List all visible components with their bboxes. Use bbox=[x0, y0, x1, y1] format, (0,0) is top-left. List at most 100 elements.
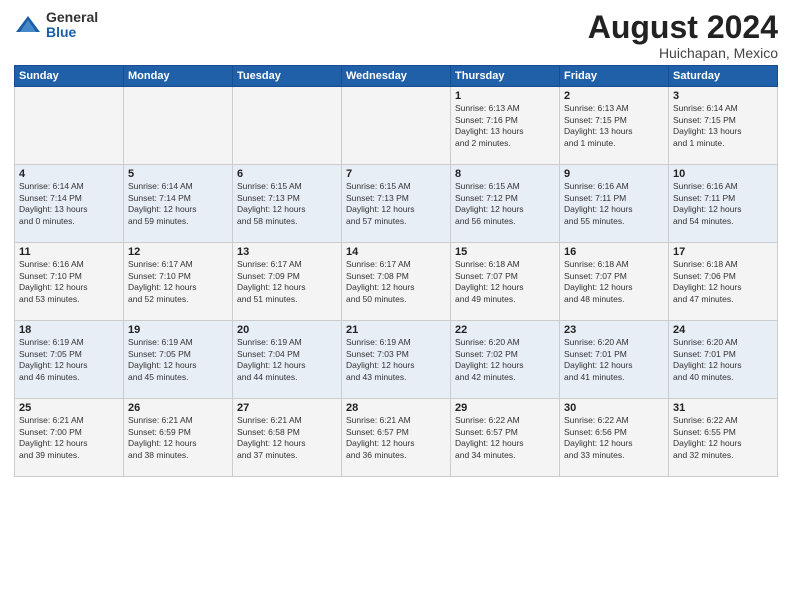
calendar-cell: 18Sunrise: 6:19 AM Sunset: 7:05 PM Dayli… bbox=[15, 321, 124, 399]
weekday-header-thursday: Thursday bbox=[451, 66, 560, 87]
cell-info: Sunrise: 6:16 AM Sunset: 7:10 PM Dayligh… bbox=[19, 259, 119, 305]
title-block: August 2024 Huichapan, Mexico bbox=[588, 10, 778, 61]
day-number: 2 bbox=[564, 90, 664, 102]
weekday-header-monday: Monday bbox=[124, 66, 233, 87]
day-number: 3 bbox=[673, 90, 773, 102]
day-number: 16 bbox=[564, 246, 664, 258]
day-number: 4 bbox=[19, 168, 119, 180]
logo-icon bbox=[14, 14, 42, 36]
day-number: 24 bbox=[673, 324, 773, 336]
cell-info: Sunrise: 6:15 AM Sunset: 7:12 PM Dayligh… bbox=[455, 181, 555, 227]
day-number: 1 bbox=[455, 90, 555, 102]
weekday-header-sunday: Sunday bbox=[15, 66, 124, 87]
cell-info: Sunrise: 6:19 AM Sunset: 7:05 PM Dayligh… bbox=[128, 337, 228, 383]
day-number: 30 bbox=[564, 402, 664, 414]
day-number: 19 bbox=[128, 324, 228, 336]
cell-info: Sunrise: 6:22 AM Sunset: 6:55 PM Dayligh… bbox=[673, 415, 773, 461]
calendar-cell: 5Sunrise: 6:14 AM Sunset: 7:14 PM Daylig… bbox=[124, 165, 233, 243]
weekday-header-tuesday: Tuesday bbox=[233, 66, 342, 87]
day-number: 6 bbox=[237, 168, 337, 180]
calendar-cell: 25Sunrise: 6:21 AM Sunset: 7:00 PM Dayli… bbox=[15, 399, 124, 477]
day-number: 14 bbox=[346, 246, 446, 258]
day-number: 7 bbox=[346, 168, 446, 180]
cell-info: Sunrise: 6:20 AM Sunset: 7:01 PM Dayligh… bbox=[673, 337, 773, 383]
day-number: 25 bbox=[19, 402, 119, 414]
calendar-cell: 10Sunrise: 6:16 AM Sunset: 7:11 PM Dayli… bbox=[669, 165, 778, 243]
calendar-cell: 7Sunrise: 6:15 AM Sunset: 7:13 PM Daylig… bbox=[342, 165, 451, 243]
day-number: 11 bbox=[19, 246, 119, 258]
calendar-cell: 22Sunrise: 6:20 AM Sunset: 7:02 PM Dayli… bbox=[451, 321, 560, 399]
calendar-cell: 14Sunrise: 6:17 AM Sunset: 7:08 PM Dayli… bbox=[342, 243, 451, 321]
calendar-cell bbox=[124, 87, 233, 165]
cell-info: Sunrise: 6:14 AM Sunset: 7:15 PM Dayligh… bbox=[673, 103, 773, 149]
calendar-cell: 27Sunrise: 6:21 AM Sunset: 6:58 PM Dayli… bbox=[233, 399, 342, 477]
calendar-cell: 2Sunrise: 6:13 AM Sunset: 7:15 PM Daylig… bbox=[560, 87, 669, 165]
calendar-cell: 1Sunrise: 6:13 AM Sunset: 7:16 PM Daylig… bbox=[451, 87, 560, 165]
day-number: 28 bbox=[346, 402, 446, 414]
day-number: 15 bbox=[455, 246, 555, 258]
logo: General Blue bbox=[14, 10, 98, 41]
calendar-week-row: 4Sunrise: 6:14 AM Sunset: 7:14 PM Daylig… bbox=[15, 165, 778, 243]
cell-info: Sunrise: 6:21 AM Sunset: 6:57 PM Dayligh… bbox=[346, 415, 446, 461]
calendar-cell: 29Sunrise: 6:22 AM Sunset: 6:57 PM Dayli… bbox=[451, 399, 560, 477]
logo-general-label: General bbox=[46, 10, 98, 25]
header: General Blue August 2024 Huichapan, Mexi… bbox=[14, 10, 778, 61]
calendar-cell: 11Sunrise: 6:16 AM Sunset: 7:10 PM Dayli… bbox=[15, 243, 124, 321]
weekday-header-friday: Friday bbox=[560, 66, 669, 87]
cell-info: Sunrise: 6:19 AM Sunset: 7:04 PM Dayligh… bbox=[237, 337, 337, 383]
calendar-cell: 9Sunrise: 6:16 AM Sunset: 7:11 PM Daylig… bbox=[560, 165, 669, 243]
cell-info: Sunrise: 6:13 AM Sunset: 7:16 PM Dayligh… bbox=[455, 103, 555, 149]
cell-info: Sunrise: 6:22 AM Sunset: 6:56 PM Dayligh… bbox=[564, 415, 664, 461]
day-number: 26 bbox=[128, 402, 228, 414]
calendar-week-row: 18 Sunrise: 6:19 AM Sunset: 7:05 PM Dayli… bbox=[15, 321, 778, 399]
month-title: August 2024 bbox=[588, 10, 778, 45]
calendar-cell: 24Sunrise: 6:20 AM Sunset: 7:01 PM Dayli… bbox=[669, 321, 778, 399]
calendar-table: SundayMondayTuesdayWednesdayThursdayFrid… bbox=[14, 65, 778, 477]
day-number: 20 bbox=[237, 324, 337, 336]
cell-info: Sunrise: 6:17 AM Sunset: 7:09 PM Dayligh… bbox=[237, 259, 337, 305]
day-number: 29 bbox=[455, 402, 555, 414]
calendar-week-row: 11Sunrise: 6:16 AM Sunset: 7:10 PM Dayli… bbox=[15, 243, 778, 321]
cell-info: Sunrise: 6:17 AM Sunset: 7:10 PM Dayligh… bbox=[128, 259, 228, 305]
day-number: 12 bbox=[128, 246, 228, 258]
cell-info: Sunrise: 6:14 AM Sunset: 7:14 PM Dayligh… bbox=[19, 181, 119, 227]
location: Huichapan, Mexico bbox=[588, 45, 778, 61]
cell-info: Sunrise: 6:20 AM Sunset: 7:02 PM Dayligh… bbox=[455, 337, 555, 383]
cell-info: Sunrise: 6:15 AM Sunset: 7:13 PM Dayligh… bbox=[346, 181, 446, 227]
cell-info: Sunrise: 6:16 AM Sunset: 7:11 PM Dayligh… bbox=[564, 181, 664, 227]
cell-info: Sunrise: 6:16 AM Sunset: 7:11 PM Dayligh… bbox=[673, 181, 773, 227]
day-number: 18 bbox=[19, 324, 119, 336]
page-container: General Blue August 2024 Huichapan, Mexi… bbox=[0, 0, 792, 487]
calendar-cell: 30Sunrise: 6:22 AM Sunset: 6:56 PM Dayli… bbox=[560, 399, 669, 477]
calendar-cell: 19Sunrise: 6:19 AM Sunset: 7:05 PM Dayli… bbox=[124, 321, 233, 399]
calendar-cell: 3Sunrise: 6:14 AM Sunset: 7:15 PM Daylig… bbox=[669, 87, 778, 165]
calendar-cell: 31Sunrise: 6:22 AM Sunset: 6:55 PM Dayli… bbox=[669, 399, 778, 477]
calendar-cell: 8Sunrise: 6:15 AM Sunset: 7:12 PM Daylig… bbox=[451, 165, 560, 243]
cell-info: Sunrise: 6:18 AM Sunset: 7:06 PM Dayligh… bbox=[673, 259, 773, 305]
calendar-cell: 12Sunrise: 6:17 AM Sunset: 7:10 PM Dayli… bbox=[124, 243, 233, 321]
weekday-header-wednesday: Wednesday bbox=[342, 66, 451, 87]
day-number: 23 bbox=[564, 324, 664, 336]
cell-info: Sunrise: 6:21 AM Sunset: 7:00 PM Dayligh… bbox=[19, 415, 119, 461]
weekday-header-row: SundayMondayTuesdayWednesdayThursdayFrid… bbox=[15, 66, 778, 87]
day-number: 22 bbox=[455, 324, 555, 336]
cell-info: Sunrise: 6:13 AM Sunset: 7:15 PM Dayligh… bbox=[564, 103, 664, 149]
calendar-cell: 13Sunrise: 6:17 AM Sunset: 7:09 PM Dayli… bbox=[233, 243, 342, 321]
cell-info: Sunrise: 6:21 AM Sunset: 6:59 PM Dayligh… bbox=[128, 415, 228, 461]
day-number: 5 bbox=[128, 168, 228, 180]
day-number: 8 bbox=[455, 168, 555, 180]
weekday-header-saturday: Saturday bbox=[669, 66, 778, 87]
cell-info: Sunrise: 6:21 AM Sunset: 6:58 PM Dayligh… bbox=[237, 415, 337, 461]
calendar-cell: 15Sunrise: 6:18 AM Sunset: 7:07 PM Dayli… bbox=[451, 243, 560, 321]
calendar-cell: 23Sunrise: 6:20 AM Sunset: 7:01 PM Dayli… bbox=[560, 321, 669, 399]
day-number: 21 bbox=[346, 324, 446, 336]
cell-info: Sunrise: 6:18 AM Sunset: 7:07 PM Dayligh… bbox=[455, 259, 555, 305]
calendar-week-row: 25Sunrise: 6:21 AM Sunset: 7:00 PM Dayli… bbox=[15, 399, 778, 477]
calendar-cell: 28Sunrise: 6:21 AM Sunset: 6:57 PM Dayli… bbox=[342, 399, 451, 477]
day-number: 13 bbox=[237, 246, 337, 258]
calendar-cell: 20Sunrise: 6:19 AM Sunset: 7:04 PM Dayli… bbox=[233, 321, 342, 399]
calendar-cell: 4Sunrise: 6:14 AM Sunset: 7:14 PM Daylig… bbox=[15, 165, 124, 243]
cell-info: Sunrise: 6:17 AM Sunset: 7:08 PM Dayligh… bbox=[346, 259, 446, 305]
day-number: 17 bbox=[673, 246, 773, 258]
logo-blue-label: Blue bbox=[46, 25, 98, 40]
